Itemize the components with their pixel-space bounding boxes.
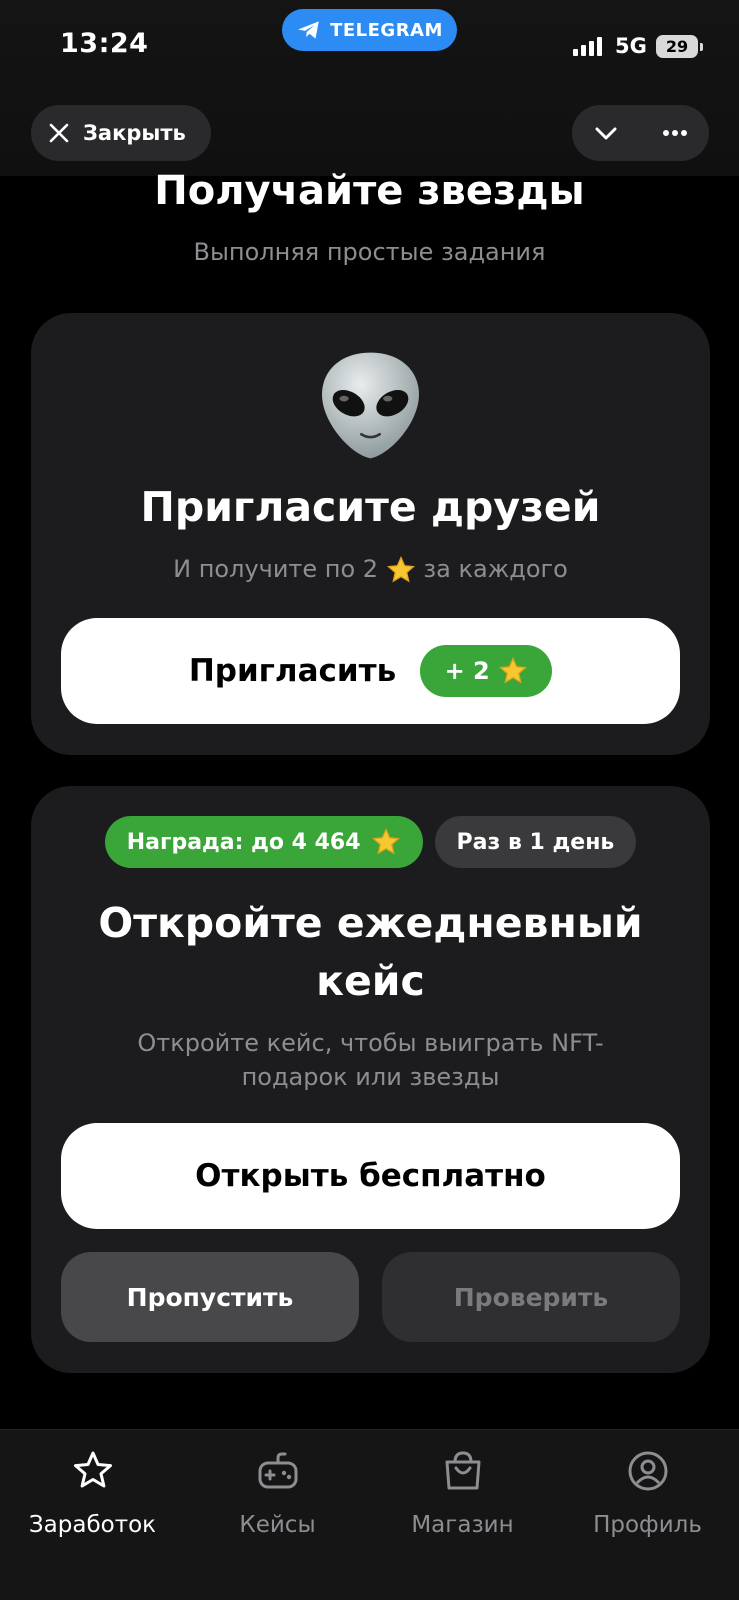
alien-icon [322, 352, 419, 459]
tab-shop-label: Магазин [411, 1512, 514, 1538]
battery-level: 29 [665, 37, 689, 56]
star-icon [386, 555, 415, 583]
reward-badge: Награда: до 4 464 [104, 816, 423, 868]
telegram-pill[interactable]: TELEGRAM [282, 9, 457, 51]
gamepad-icon [258, 1452, 298, 1489]
case-description: Откройте кейс, чтобы выиграть NFT- подар… [31, 1026, 710, 1094]
signal-icon [573, 36, 602, 56]
bonus-label: + 2 [444, 657, 490, 685]
case-title-line2: кейс [316, 957, 425, 1005]
close-button[interactable]: Закрыть [31, 105, 211, 161]
invite-button-label: Пригласить [188, 653, 397, 689]
status-time: 13:24 [60, 28, 149, 59]
invite-card: Пригласите друзей И получите по 2 за каж… [31, 313, 710, 755]
page-title: Получайте звезды [154, 168, 585, 214]
telegram-icon [298, 21, 319, 39]
tab-profile-label: Профиль [593, 1512, 702, 1538]
bonus-badge: + 2 [420, 645, 553, 697]
tab-cases-label: Кейсы [239, 1512, 316, 1538]
close-icon [49, 123, 69, 143]
case-title: Откройте ежедневный кейс [31, 894, 710, 1010]
case-badges: Награда: до 4 464 Раз в 1 день [31, 816, 710, 868]
invite-title: Пригласите друзей [140, 483, 601, 531]
case-title-line1: Откройте ежедневный [98, 899, 643, 947]
status-bar: 13:24 TELEGRAM 5G 29 [0, 0, 739, 100]
shopping-bag-icon [445, 1451, 481, 1490]
page-subtitle: Выполняя простые задания [193, 238, 546, 266]
tab-bar: Заработок Кейсы Магазин Профиль [0, 1429, 739, 1600]
case-description-line1: Откройте кейс, чтобы выиграть NFT- [137, 1029, 604, 1057]
invite-description-before: И получите по 2 [173, 555, 379, 583]
open-free-button[interactable]: Открыть бесплатно [61, 1123, 680, 1229]
tab-earnings-label: Заработок [28, 1512, 157, 1538]
skip-button[interactable]: Пропустить [61, 1252, 359, 1342]
star-icon [371, 827, 400, 855]
case-description-line2: подарок или звезды [241, 1063, 500, 1091]
invite-button[interactable]: Пригласить + 2 [61, 618, 680, 724]
reward-badge-label: Награда: до 4 464 [126, 829, 361, 855]
battery-icon: 29 [656, 35, 703, 58]
frequency-badge: Раз в 1 день [434, 816, 637, 868]
telegram-label: TELEGRAM [330, 19, 443, 41]
check-button[interactable]: Проверить [382, 1252, 680, 1342]
header-actions [572, 105, 709, 161]
star-icon [498, 656, 527, 684]
invite-description-after: за каждого [423, 555, 568, 583]
star-icon [74, 1451, 112, 1488]
close-label: Закрыть [83, 121, 186, 145]
daily-case-card: Награда: до 4 464 Раз в 1 день Откройте … [31, 786, 710, 1373]
invite-description: И получите по 2 за каждого [31, 555, 710, 585]
profile-icon [628, 1451, 668, 1491]
chevron-down-icon[interactable] [591, 118, 621, 148]
more-icon[interactable] [660, 118, 690, 148]
network-type: 5G [615, 34, 647, 58]
